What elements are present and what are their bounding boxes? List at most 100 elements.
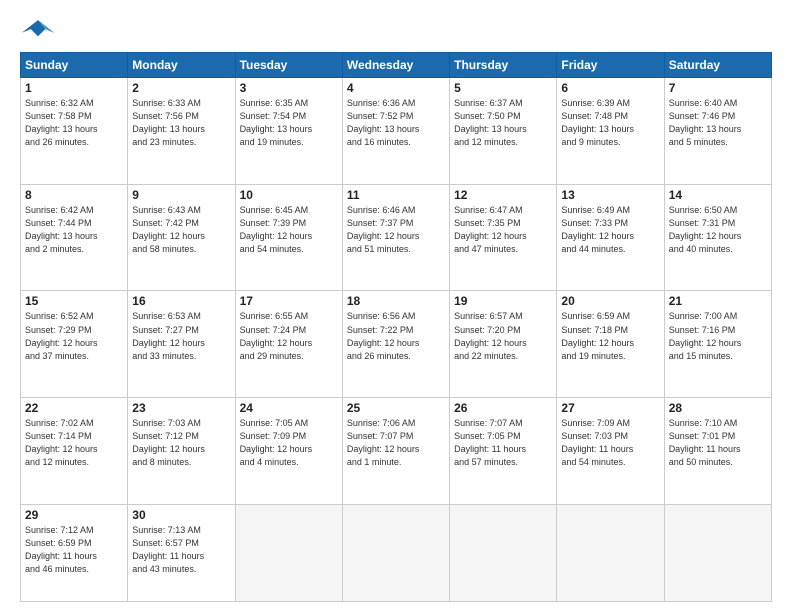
calendar-day-6: 6 Sunrise: 6:39 AM Sunset: 7:48 PM Daylig…: [557, 78, 664, 185]
day-number: 10: [240, 188, 338, 202]
day-number: 26: [454, 401, 552, 415]
day-info: Sunrise: 6:46 AM Sunset: 7:37 PM Dayligh…: [347, 204, 445, 256]
day-info: Sunrise: 7:00 AM Sunset: 7:16 PM Dayligh…: [669, 310, 767, 362]
day-info: Sunrise: 7:12 AM Sunset: 6:59 PM Dayligh…: [25, 524, 123, 576]
day-number: 19: [454, 294, 552, 308]
calendar-day-13: 13 Sunrise: 6:49 AM Sunset: 7:33 PM Dayli…: [557, 184, 664, 291]
calendar-empty: [664, 504, 771, 601]
day-info: Sunrise: 6:42 AM Sunset: 7:44 PM Dayligh…: [25, 204, 123, 256]
calendar-day-2: 2 Sunrise: 6:33 AM Sunset: 7:56 PM Daylig…: [128, 78, 235, 185]
calendar-day-16: 16 Sunrise: 6:53 AM Sunset: 7:27 PM Dayli…: [128, 291, 235, 398]
weekday-header-monday: Monday: [128, 53, 235, 78]
calendar-day-20: 20 Sunrise: 6:59 AM Sunset: 7:18 PM Dayli…: [557, 291, 664, 398]
calendar-day-12: 12 Sunrise: 6:47 AM Sunset: 7:35 PM Dayli…: [450, 184, 557, 291]
calendar-day-11: 11 Sunrise: 6:46 AM Sunset: 7:37 PM Dayli…: [342, 184, 449, 291]
day-number: 13: [561, 188, 659, 202]
calendar-empty: [557, 504, 664, 601]
day-info: Sunrise: 6:43 AM Sunset: 7:42 PM Dayligh…: [132, 204, 230, 256]
day-number: 29: [25, 508, 123, 522]
calendar-week-3: 15 Sunrise: 6:52 AM Sunset: 7:29 PM Dayli…: [21, 291, 772, 398]
calendar-day-15: 15 Sunrise: 6:52 AM Sunset: 7:29 PM Dayli…: [21, 291, 128, 398]
day-info: Sunrise: 6:39 AM Sunset: 7:48 PM Dayligh…: [561, 97, 659, 149]
calendar-day-30: 30 Sunrise: 7:13 AM Sunset: 6:57 PM Dayli…: [128, 504, 235, 601]
day-number: 8: [25, 188, 123, 202]
weekday-header-thursday: Thursday: [450, 53, 557, 78]
calendar-day-28: 28 Sunrise: 7:10 AM Sunset: 7:01 PM Dayli…: [664, 398, 771, 505]
calendar-week-5: 29 Sunrise: 7:12 AM Sunset: 6:59 PM Dayli…: [21, 504, 772, 601]
day-number: 23: [132, 401, 230, 415]
calendar-day-10: 10 Sunrise: 6:45 AM Sunset: 7:39 PM Dayli…: [235, 184, 342, 291]
day-number: 27: [561, 401, 659, 415]
calendar-day-27: 27Sunrise: 7:09 AM Sunset: 7:03 PM Dayli…: [557, 398, 664, 505]
day-info: Sunrise: 6:57 AM Sunset: 7:20 PM Dayligh…: [454, 310, 552, 362]
day-number: 16: [132, 294, 230, 308]
calendar-day-25: 25Sunrise: 7:06 AM Sunset: 7:07 PM Dayli…: [342, 398, 449, 505]
calendar-week-4: 22Sunrise: 7:02 AM Sunset: 7:14 PM Dayli…: [21, 398, 772, 505]
day-number: 11: [347, 188, 445, 202]
calendar-empty: [235, 504, 342, 601]
calendar-empty: [342, 504, 449, 601]
day-number: 17: [240, 294, 338, 308]
day-info: Sunrise: 6:33 AM Sunset: 7:56 PM Dayligh…: [132, 97, 230, 149]
day-number: 7: [669, 81, 767, 95]
day-number: 5: [454, 81, 552, 95]
day-number: 4: [347, 81, 445, 95]
day-number: 15: [25, 294, 123, 308]
calendar-day-18: 18Sunrise: 6:56 AM Sunset: 7:22 PM Dayli…: [342, 291, 449, 398]
day-number: 12: [454, 188, 552, 202]
header: [20, 16, 772, 44]
day-info: Sunrise: 6:52 AM Sunset: 7:29 PM Dayligh…: [25, 310, 123, 362]
day-info: Sunrise: 6:36 AM Sunset: 7:52 PM Dayligh…: [347, 97, 445, 149]
calendar-day-22: 22Sunrise: 7:02 AM Sunset: 7:14 PM Dayli…: [21, 398, 128, 505]
day-number: 6: [561, 81, 659, 95]
calendar-week-2: 8 Sunrise: 6:42 AM Sunset: 7:44 PM Daylig…: [21, 184, 772, 291]
calendar-day-8: 8 Sunrise: 6:42 AM Sunset: 7:44 PM Daylig…: [21, 184, 128, 291]
calendar-day-5: 5 Sunrise: 6:37 AM Sunset: 7:50 PM Daylig…: [450, 78, 557, 185]
calendar-day-1: 1 Sunrise: 6:32 AM Sunset: 7:58 PM Daylig…: [21, 78, 128, 185]
logo-bird-icon: [20, 16, 56, 44]
day-number: 21: [669, 294, 767, 308]
calendar: SundayMondayTuesdayWednesdayThursdayFrid…: [20, 52, 772, 602]
calendar-day-17: 17Sunrise: 6:55 AM Sunset: 7:24 PM Dayli…: [235, 291, 342, 398]
day-info: Sunrise: 6:50 AM Sunset: 7:31 PM Dayligh…: [669, 204, 767, 256]
day-number: 24: [240, 401, 338, 415]
day-info: Sunrise: 6:59 AM Sunset: 7:18 PM Dayligh…: [561, 310, 659, 362]
day-number: 25: [347, 401, 445, 415]
day-info: Sunrise: 6:35 AM Sunset: 7:54 PM Dayligh…: [240, 97, 338, 149]
day-info: Sunrise: 6:40 AM Sunset: 7:46 PM Dayligh…: [669, 97, 767, 149]
calendar-day-3: 3 Sunrise: 6:35 AM Sunset: 7:54 PM Daylig…: [235, 78, 342, 185]
calendar-day-19: 19 Sunrise: 6:57 AM Sunset: 7:20 PM Dayli…: [450, 291, 557, 398]
day-info: Sunrise: 6:49 AM Sunset: 7:33 PM Dayligh…: [561, 204, 659, 256]
calendar-day-21: 21 Sunrise: 7:00 AM Sunset: 7:16 PM Dayli…: [664, 291, 771, 398]
day-info: Sunrise: 7:07 AM Sunset: 7:05 PM Dayligh…: [454, 417, 552, 469]
calendar-week-1: 1 Sunrise: 6:32 AM Sunset: 7:58 PM Daylig…: [21, 78, 772, 185]
calendar-day-24: 24 Sunrise: 7:05 AM Sunset: 7:09 PM Dayli…: [235, 398, 342, 505]
day-info: Sunrise: 6:53 AM Sunset: 7:27 PM Dayligh…: [132, 310, 230, 362]
day-info: Sunrise: 6:37 AM Sunset: 7:50 PM Dayligh…: [454, 97, 552, 149]
day-number: 3: [240, 81, 338, 95]
day-number: 2: [132, 81, 230, 95]
day-number: 20: [561, 294, 659, 308]
day-info: Sunrise: 6:32 AM Sunset: 7:58 PM Dayligh…: [25, 97, 123, 149]
day-info: Sunrise: 6:47 AM Sunset: 7:35 PM Dayligh…: [454, 204, 552, 256]
weekday-header-tuesday: Tuesday: [235, 53, 342, 78]
day-info: Sunrise: 7:10 AM Sunset: 7:01 PM Dayligh…: [669, 417, 767, 469]
calendar-day-26: 26 Sunrise: 7:07 AM Sunset: 7:05 PM Dayli…: [450, 398, 557, 505]
weekday-header-sunday: Sunday: [21, 53, 128, 78]
calendar-day-23: 23 Sunrise: 7:03 AM Sunset: 7:12 PM Dayli…: [128, 398, 235, 505]
calendar-day-7: 7 Sunrise: 6:40 AM Sunset: 7:46 PM Daylig…: [664, 78, 771, 185]
page: SundayMondayTuesdayWednesdayThursdayFrid…: [0, 0, 792, 612]
calendar-empty: [450, 504, 557, 601]
day-number: 30: [132, 508, 230, 522]
day-info: Sunrise: 6:45 AM Sunset: 7:39 PM Dayligh…: [240, 204, 338, 256]
day-number: 14: [669, 188, 767, 202]
calendar-day-14: 14 Sunrise: 6:50 AM Sunset: 7:31 PM Dayli…: [664, 184, 771, 291]
day-number: 1: [25, 81, 123, 95]
day-info: Sunrise: 7:05 AM Sunset: 7:09 PM Dayligh…: [240, 417, 338, 469]
day-info: Sunrise: 7:13 AM Sunset: 6:57 PM Dayligh…: [132, 524, 230, 576]
day-number: 18: [347, 294, 445, 308]
calendar-day-29: 29 Sunrise: 7:12 AM Sunset: 6:59 PM Dayli…: [21, 504, 128, 601]
calendar-day-4: 4 Sunrise: 6:36 AM Sunset: 7:52 PM Daylig…: [342, 78, 449, 185]
day-info: Sunrise: 7:03 AM Sunset: 7:12 PM Dayligh…: [132, 417, 230, 469]
day-number: 28: [669, 401, 767, 415]
